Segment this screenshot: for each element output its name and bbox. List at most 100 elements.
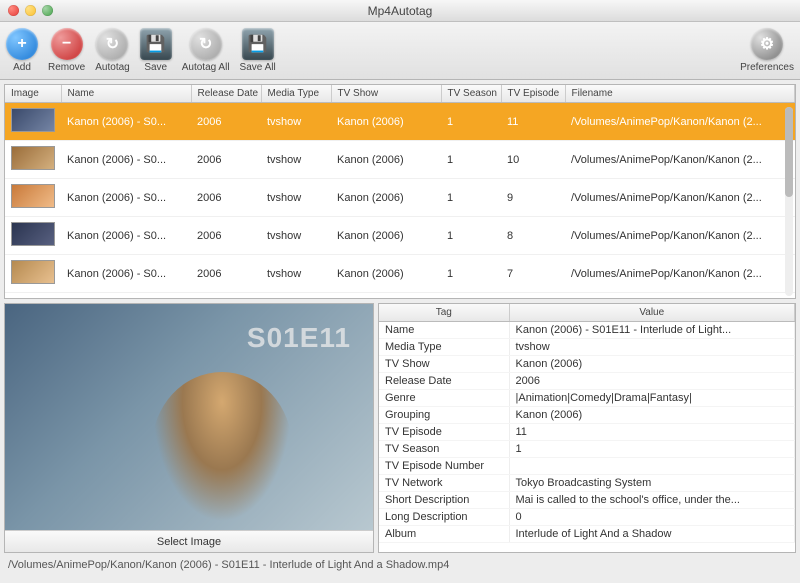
cell-name: Kanon (2006) - S0... <box>61 179 191 217</box>
tag-key: Release Date <box>379 373 509 390</box>
status-bar: /Volumes/AnimePop/Kanon/Kanon (2006) - S… <box>0 553 800 577</box>
cell-tv-season: 1 <box>441 217 501 255</box>
tag-row[interactable]: Long Description0 <box>379 509 795 526</box>
col-tv-episode[interactable]: TV Episode <box>501 85 565 103</box>
file-table[interactable]: Image Name Release Date Media Type TV Sh… <box>5 85 795 299</box>
thumbnail-icon <box>11 146 55 170</box>
tag-row[interactable]: TV NetworkTokyo Broadcasting System <box>379 475 795 492</box>
cell-tv-episode: 10 <box>501 141 565 179</box>
episode-overlay: S01E11 <box>247 322 351 354</box>
cell-filename: /Volumes/AnimePop/Kanon/Kanon (2... <box>565 255 795 293</box>
col-media-type[interactable]: Media Type <box>261 85 331 103</box>
tag-value[interactable]: Mai is called to the school's office, un… <box>509 492 795 509</box>
tag-row[interactable]: NameKanon (2006) - S01E11 - Interlude of… <box>379 322 795 339</box>
cell-name: Kanon (2006) - S0... <box>61 255 191 293</box>
tag-row[interactable]: Short DescriptionMai is called to the sc… <box>379 492 795 509</box>
col-value[interactable]: Value <box>509 304 795 322</box>
cell-image <box>5 179 61 217</box>
status-path: /Volumes/AnimePop/Kanon/Kanon (2006) - S… <box>8 559 449 571</box>
file-list-panel: Image Name Release Date Media Type TV Sh… <box>4 84 796 299</box>
table-row[interactable]: Kanon (2006) - S0...2006tvshowKanon (200… <box>5 255 795 293</box>
tags-table[interactable]: Tag Value NameKanon (2006) - S01E11 - In… <box>379 304 795 543</box>
cell-tv-episode: 6 <box>501 293 565 300</box>
select-image-button[interactable]: Select Image <box>5 530 373 552</box>
tag-row[interactable]: TV Episode Number <box>379 458 795 475</box>
tag-value[interactable]: 2006 <box>509 373 795 390</box>
save-all-button[interactable]: 💾 Save All <box>240 28 276 73</box>
tag-value[interactable]: |Animation|Comedy|Drama|Fantasy| <box>509 390 795 407</box>
tag-value[interactable]: Kanon (2006) <box>509 407 795 424</box>
table-row[interactable]: Kanon (2006) - S0...2006tvshowKanon (200… <box>5 141 795 179</box>
table-row[interactable]: Kanon (2006) - S0...2006tvshowKanon (200… <box>5 179 795 217</box>
save-button[interactable]: 💾 Save <box>140 28 172 73</box>
thumbnail-icon <box>11 260 55 284</box>
cell-release-date: 2006 <box>191 103 261 141</box>
table-row[interactable]: Kanon (2006) - S0...2006tvshowKanon (200… <box>5 103 795 141</box>
cell-image <box>5 217 61 255</box>
add-button[interactable]: + Add <box>6 28 38 73</box>
cell-filename: /Volumes/AnimePop/Kanon/Kanon (2... <box>565 217 795 255</box>
col-filename[interactable]: Filename <box>565 85 795 103</box>
cell-release-date: 2006 <box>191 179 261 217</box>
cell-image <box>5 293 61 300</box>
save-icon: 💾 <box>140 28 172 60</box>
tag-value[interactable]: Kanon (2006) - S01E11 - Interlude of Lig… <box>509 322 795 339</box>
thumbnail-icon <box>11 108 55 132</box>
col-tv-show[interactable]: TV Show <box>331 85 441 103</box>
tag-value[interactable]: 11 <box>509 424 795 441</box>
autotag-button[interactable]: ↻ Autotag <box>95 28 129 73</box>
add-label: Add <box>13 62 31 73</box>
tag-row[interactable]: Media Typetvshow <box>379 339 795 356</box>
col-tv-season[interactable]: TV Season <box>441 85 501 103</box>
tag-row[interactable]: AlbumInterlude of Light And a Shadow <box>379 526 795 543</box>
cell-tv-season: 1 <box>441 293 501 300</box>
preferences-label: Preferences <box>740 62 794 73</box>
tag-row[interactable]: TV Season1 <box>379 441 795 458</box>
cell-filename: /Volumes/AnimePop/Kanon/Kanon (2... <box>565 103 795 141</box>
window-title: Mp4Autotag <box>0 4 800 18</box>
tag-row[interactable]: GroupingKanon (2006) <box>379 407 795 424</box>
tag-value[interactable]: 1 <box>509 441 795 458</box>
tag-value[interactable]: tvshow <box>509 339 795 356</box>
tag-row[interactable]: TV Episode11 <box>379 424 795 441</box>
tag-value[interactable]: Tokyo Broadcasting System <box>509 475 795 492</box>
autotag-all-button[interactable]: ↻ Autotag All <box>182 28 230 73</box>
file-list-scrollbar[interactable] <box>785 107 793 296</box>
tag-row[interactable]: Release Date2006 <box>379 373 795 390</box>
preview-image: S01E11 <box>5 304 373 530</box>
tag-value[interactable]: 0 <box>509 509 795 526</box>
cell-media-type: tvshow <box>261 141 331 179</box>
table-row[interactable]: Kanon (2006) - S0...2006tvshowKanon (200… <box>5 293 795 300</box>
cell-filename: /Volumes/AnimePop/Kanon/Kanon (2... <box>565 141 795 179</box>
preferences-button[interactable]: ⚙ Preferences <box>740 28 794 73</box>
tag-key: Genre <box>379 390 509 407</box>
tag-value[interactable]: Kanon (2006) <box>509 356 795 373</box>
cell-tv-show: Kanon (2006) <box>331 103 441 141</box>
tag-value[interactable]: Interlude of Light And a Shadow <box>509 526 795 543</box>
thumbnail-icon <box>11 184 55 208</box>
cell-tv-show: Kanon (2006) <box>331 255 441 293</box>
cell-image <box>5 141 61 179</box>
tag-row[interactable]: Genre|Animation|Comedy|Drama|Fantasy| <box>379 390 795 407</box>
tag-row[interactable]: TV ShowKanon (2006) <box>379 356 795 373</box>
col-tag[interactable]: Tag <box>379 304 509 322</box>
col-release-date[interactable]: Release Date <box>191 85 261 103</box>
cell-image <box>5 255 61 293</box>
col-image[interactable]: Image <box>5 85 61 103</box>
tag-key: Album <box>379 526 509 543</box>
remove-label: Remove <box>48 62 85 73</box>
table-row[interactable]: Kanon (2006) - S0...2006tvshowKanon (200… <box>5 217 795 255</box>
cell-tv-season: 1 <box>441 141 501 179</box>
toolbar: + Add − Remove ↻ Autotag 💾 Save ↻ Autota… <box>0 22 800 80</box>
cell-image <box>5 103 61 141</box>
remove-button[interactable]: − Remove <box>48 28 85 73</box>
tag-key: TV Episode Number <box>379 458 509 475</box>
cell-release-date: 2006 <box>191 293 261 300</box>
col-name[interactable]: Name <box>61 85 191 103</box>
cell-tv-show: Kanon (2006) <box>331 293 441 300</box>
tag-key: Grouping <box>379 407 509 424</box>
cell-name: Kanon (2006) - S0... <box>61 217 191 255</box>
tag-value[interactable] <box>509 458 795 475</box>
add-icon: + <box>6 28 38 60</box>
scroll-thumb[interactable] <box>785 107 793 197</box>
